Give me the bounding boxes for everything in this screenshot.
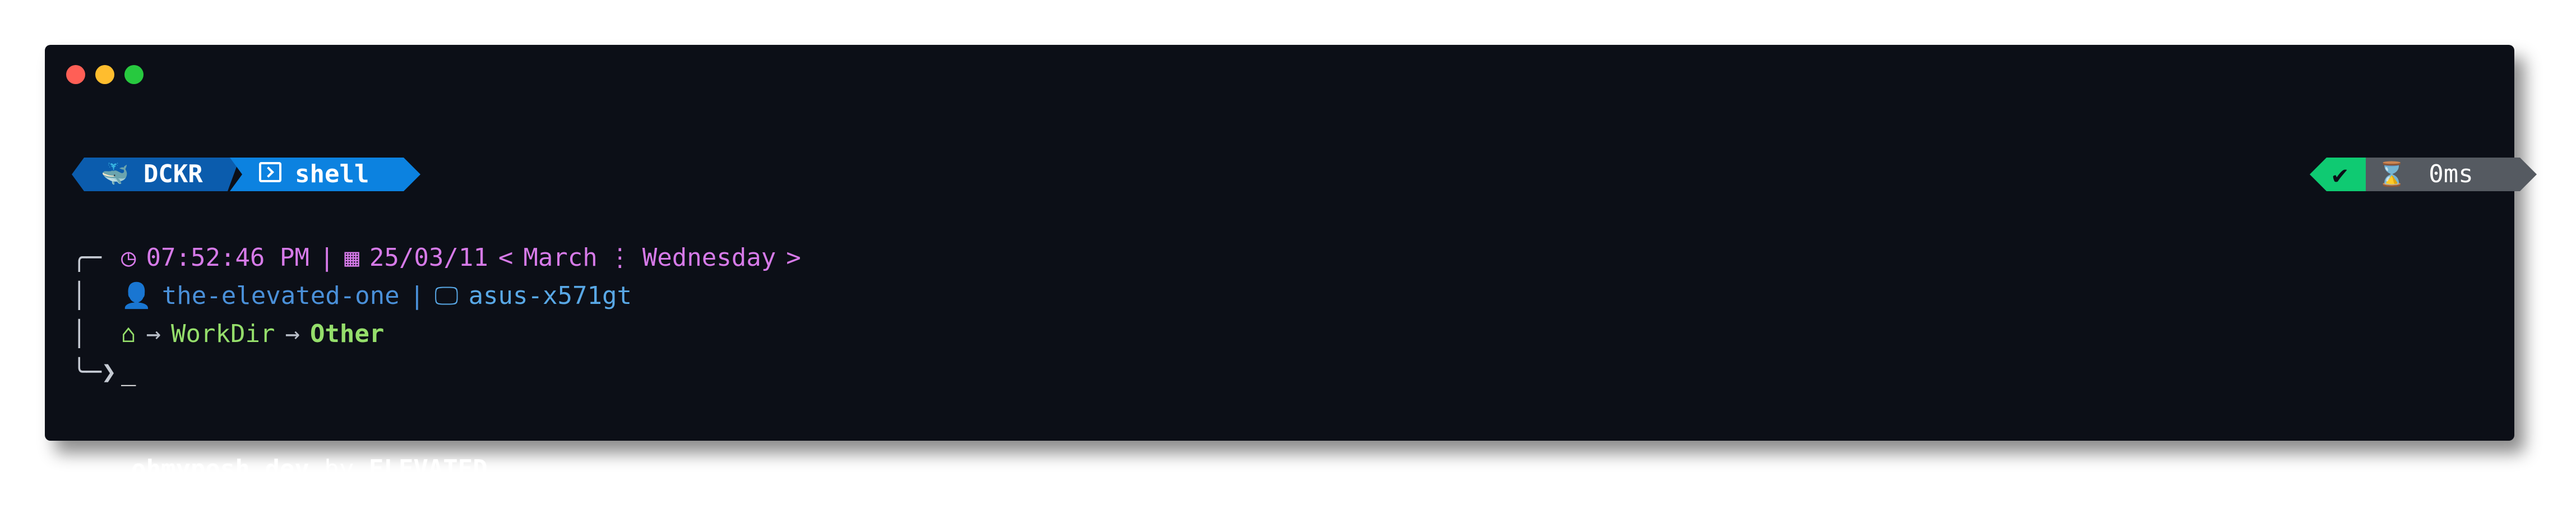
prompt-line-input[interactable]: ╰─❯ _ bbox=[72, 357, 136, 388]
terminal-window: 🐳 DCKR shell ✔ ⌛ 0ms ╭─ ◷ 07:52:46 PM | … bbox=[45, 45, 2514, 482]
credits: ohmyposh.dev by ELEVATED bbox=[72, 432, 488, 506]
hourglass-icon: ⌛ bbox=[2377, 160, 2407, 188]
docker-segment: 🐳 DCKR bbox=[72, 158, 240, 191]
frame-vertical: │ bbox=[72, 320, 87, 348]
credits-site: ohmyposh.dev bbox=[131, 455, 309, 483]
username-text: the-elevated-one bbox=[161, 281, 400, 310]
chevron-right-icon: > bbox=[786, 243, 801, 272]
terminal-icon bbox=[259, 162, 281, 187]
docker-label: DCKR bbox=[143, 160, 203, 188]
shell-segment: shell bbox=[230, 158, 420, 191]
calendar-icon: ▦ bbox=[344, 243, 359, 272]
prompt-line-datetime: ╭─ ◷ 07:52:46 PM | ▦ 25/03/11 < March ⋮ … bbox=[72, 242, 801, 274]
close-window-button[interactable] bbox=[66, 65, 85, 84]
path-dir-current: Other bbox=[309, 320, 385, 348]
check-icon: ✔ bbox=[2332, 159, 2348, 190]
prompt-line-path: │ ⌂ → WorkDir → Other bbox=[72, 318, 384, 350]
maximize-window-button[interactable] bbox=[124, 65, 144, 84]
execution-time-label: 0ms bbox=[2429, 160, 2473, 188]
separator: | bbox=[319, 243, 335, 272]
path-arrow-icon: → bbox=[285, 320, 300, 348]
clock-icon: ◷ bbox=[121, 243, 136, 272]
path-dir-workdir: WorkDir bbox=[171, 320, 275, 348]
time-text: 07:52:46 PM bbox=[146, 243, 309, 272]
separator: | bbox=[409, 281, 425, 310]
frame-bottom-arrow: ╰─❯ bbox=[72, 358, 117, 386]
minimize-window-button[interactable] bbox=[95, 65, 114, 84]
frame-vertical: │ bbox=[72, 281, 87, 310]
home-icon: ⌂ bbox=[121, 320, 136, 348]
user-icon: 👤 bbox=[121, 281, 152, 310]
cursor[interactable]: _ bbox=[121, 360, 136, 385]
credits-by: by bbox=[324, 455, 354, 483]
execution-time-segment: ⌛ 0ms bbox=[2349, 158, 2537, 191]
docker-whale-icon: 🐳 bbox=[101, 161, 129, 187]
shell-label: shell bbox=[295, 160, 369, 188]
hostname-text: asus-x571gt bbox=[468, 281, 632, 310]
frame-top: ╭─ bbox=[72, 243, 101, 272]
date-text: 25/03/11 bbox=[369, 243, 488, 272]
exit-status-segment: ✔ bbox=[2310, 158, 2366, 191]
prompt-line-session: │ 👤 the-elevated-one | 🖵 asus-x571gt bbox=[72, 280, 632, 312]
month-text: March bbox=[523, 243, 598, 272]
chevron-left-icon: < bbox=[498, 243, 514, 272]
monitor-icon: 🖵 bbox=[434, 281, 459, 310]
credits-author: ELEVATED bbox=[368, 455, 488, 483]
weekday-text: Wednesday bbox=[642, 243, 776, 272]
vertical-dots-icon: ⋮ bbox=[607, 243, 632, 272]
path-arrow-icon: → bbox=[146, 320, 161, 348]
